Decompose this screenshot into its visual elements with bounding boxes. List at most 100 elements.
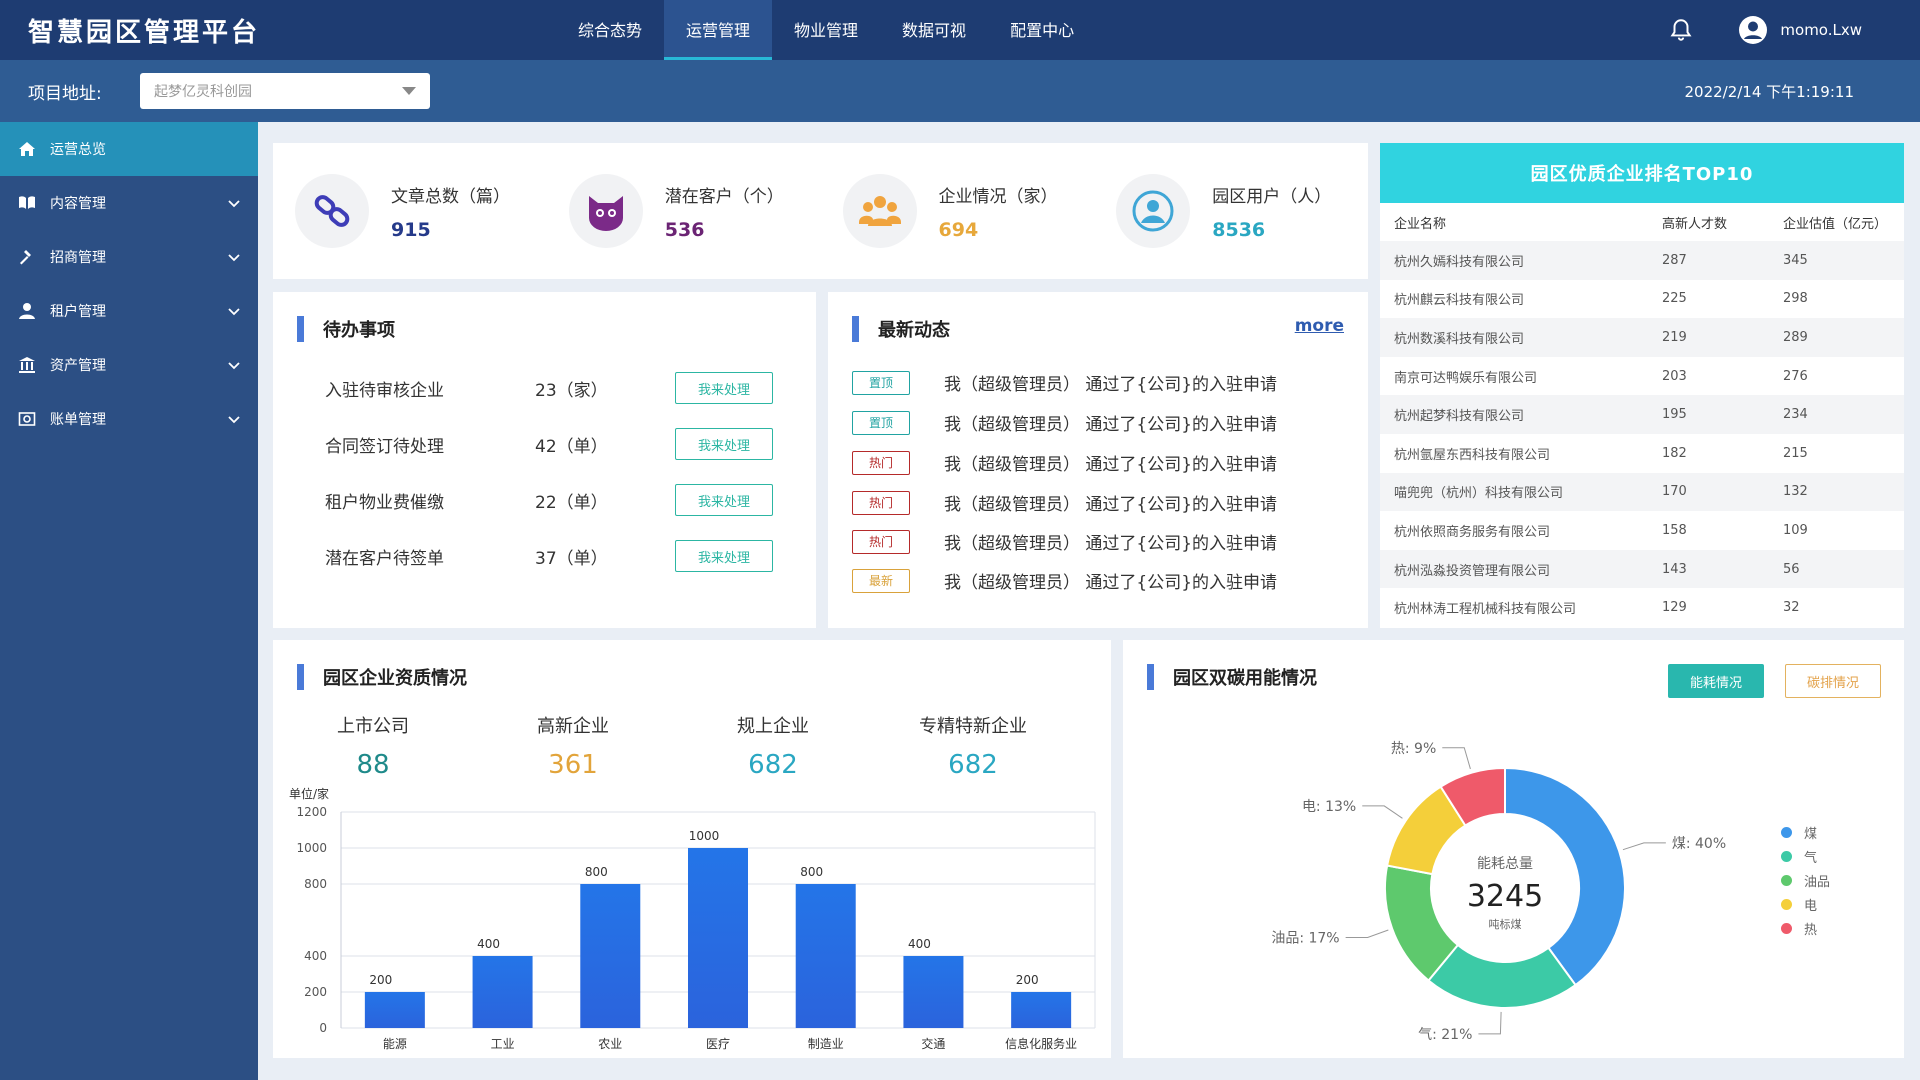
legend-item[interactable]: 油品 [1780,868,1830,892]
news-item[interactable]: 热门 我（超级管理员） 通过了{公司}的入驻申请 [852,490,1277,515]
x-tick-label: 医疗 [706,1037,730,1051]
x-tick-label: 工业 [491,1037,515,1051]
table-row: 杭州林涛工程机械科技有限公司 129 32 [1380,588,1904,627]
col-company: 企业名称 [1394,216,1447,232]
cell-talent: 225 [1662,291,1687,307]
table-row: 杭州依照商务服务有限公司 158 109 [1380,511,1904,550]
stats-panel: 文章总数（篇） 915 潜在客户（个） 536 企业情况（家） 694 园区用户… [273,143,1368,279]
bar-value-label: 200 [369,973,392,987]
legend-dot [1780,850,1792,862]
cell-company: 南京可达鸭娱乐有限公司 [1394,370,1538,386]
stat-label: 企业情况（家） [938,186,1058,207]
user-area: momo.Lxw [1668,15,1920,45]
tab-property[interactable]: 物业管理 [772,0,880,60]
cell-company: 杭州麒云科技有限公司 [1394,293,1525,309]
sidebar: 运营总览 内容管理 招商管理 租户管理 资产管理 账单管理 [0,122,258,1080]
legend-item[interactable]: 电 [1780,892,1830,916]
donut-center-unit: 吨标煤 [1489,917,1522,931]
handle-button[interactable]: 我来处理 [675,540,773,572]
legend-item[interactable]: 热 [1780,916,1830,940]
news-item[interactable]: 置顶 我（超级管理员） 通过了{公司}的入驻申请 [852,410,1277,435]
bar[interactable] [580,884,641,1028]
bell-icon[interactable] [1668,17,1694,43]
table-row: 杭州麒云科技有限公司 225 298 [1380,280,1904,319]
tab-operations[interactable]: 运营管理 [664,0,773,60]
handle-button[interactable]: 我来处理 [675,372,773,404]
cell-valuation: 289 [1783,329,1808,345]
news-item[interactable]: 最新 我（超级管理员） 通过了{公司}的入驻申请 [852,568,1277,593]
legend-item[interactable]: 气 [1780,844,1830,868]
chevron-down-icon [228,416,240,424]
tab-data-visual[interactable]: 数据可视 [880,0,988,60]
sidebar-item-label: 内容管理 [50,196,106,212]
slice-label: 热: 9% [1391,741,1436,757]
cell-company: 杭州依照商务服务有限公司 [1394,524,1551,540]
handle-button[interactable]: 我来处理 [675,484,773,516]
table-row: 杭州泓淼投资管理有限公司 143 56 [1380,549,1904,589]
bar-value-label: 200 [1016,973,1039,987]
stat-value: 8536 [1212,218,1266,241]
home-icon [19,142,35,156]
bar[interactable] [795,884,856,1028]
sidebar-item-billing[interactable]: 账单管理 [0,392,258,446]
user-avatar-icon[interactable] [1738,15,1768,45]
news-item[interactable]: 置顶 我（超级管理员） 通过了{公司}的入驻申请 [852,370,1277,395]
tag-pinned: 置顶 [852,410,910,435]
todo-value: 37（单） [535,548,608,569]
cell-company: 杭州氩屋东西科技有限公司 [1394,447,1551,463]
tab-config[interactable]: 配置中心 [988,0,1096,60]
caret-down-icon [402,87,416,95]
legend-dot [1780,898,1792,910]
stat-label: 园区用户（人） [1212,186,1332,207]
cell-talent: 287 [1662,252,1687,268]
cell-valuation: 32 [1783,600,1800,616]
donut-center-value: 3245 [1467,879,1543,914]
bar[interactable] [472,956,533,1028]
project-select[interactable]: 起梦亿灵科创园 [140,73,430,109]
bar[interactable] [364,992,425,1028]
sidebar-item-label: 招商管理 [50,250,106,266]
legend-item[interactable]: 煤 [1780,820,1830,844]
username[interactable]: momo.Lxw [1780,21,1862,39]
donut-slice[interactable] [1504,766,1626,987]
ranking-title: 园区优质企业排名TOP10 [1380,143,1904,203]
news-title: 最新动态 [852,316,950,342]
news-text: 我（超级管理员） 通过了{公司}的入驻申请 [944,495,1278,515]
todo-panel: 待办事项 入驻待审核企业 23（家） 我来处理 合同签订待处理 42（单） 我来… [273,292,816,628]
cell-company: 杭州泓淼投资管理有限公司 [1394,563,1551,579]
top-nav: 综合态势 运营管理 物业管理 数据可视 配置中心 [556,0,1096,60]
bar-value-label: 400 [477,937,500,951]
stat-articles: 文章总数（篇） 915 [273,174,547,248]
bar[interactable] [1011,992,1072,1028]
sidebar-item-recruitment[interactable]: 招商管理 [0,230,258,284]
bar[interactable] [903,956,964,1028]
slice-label: 油品: 17% [1271,930,1339,946]
donut-legend: 煤气油品电热 [1780,820,1830,940]
x-tick-label: 能源 [383,1037,407,1051]
x-tick-label: 信息化服务业 [1005,1036,1077,1051]
top-bar: 智慧园区管理平台 综合态势 运营管理 物业管理 数据可视 配置中心 momo.L… [0,0,1920,60]
bar[interactable] [688,848,748,1028]
tab-overview[interactable]: 综合态势 [556,0,664,60]
news-item[interactable]: 热门 我（超级管理员） 通过了{公司}的入驻申请 [852,529,1277,554]
sidebar-item-overview[interactable]: 运营总览 [0,122,258,176]
legend-dot [1780,922,1792,934]
cell-talent: 170 [1662,484,1687,500]
slice-label: 电: 13% [1302,799,1356,815]
todo-name: 合同签订待处理 [325,436,444,457]
handle-button[interactable]: 我来处理 [675,428,773,460]
more-link[interactable]: more [1295,316,1344,336]
chevron-down-icon [228,200,240,208]
news-text: 我（超级管理员） 通过了{公司}的入驻申请 [944,415,1278,435]
legend-label: 气 [1803,850,1817,866]
news-item[interactable]: 热门 我（超级管理员） 通过了{公司}的入驻申请 [852,450,1277,475]
book-icon [19,196,35,209]
sidebar-item-content[interactable]: 内容管理 [0,176,258,230]
sidebar-item-assets[interactable]: 资产管理 [0,338,258,392]
energy-panel: 园区双碳用能情况 能耗情况 碳排情况 煤: 40% 气: 21% 油品: 17% 电:… [1123,640,1904,1058]
x-tick-label: 制造业 [808,1037,844,1051]
bar-value-label: 800 [800,865,823,879]
cell-company: 喵兜兜（杭州）科技有限公司 [1394,486,1564,502]
sidebar-item-tenant[interactable]: 租户管理 [0,284,258,338]
datetime: 2022/2/14 下午1:19:11 [1684,82,1854,101]
